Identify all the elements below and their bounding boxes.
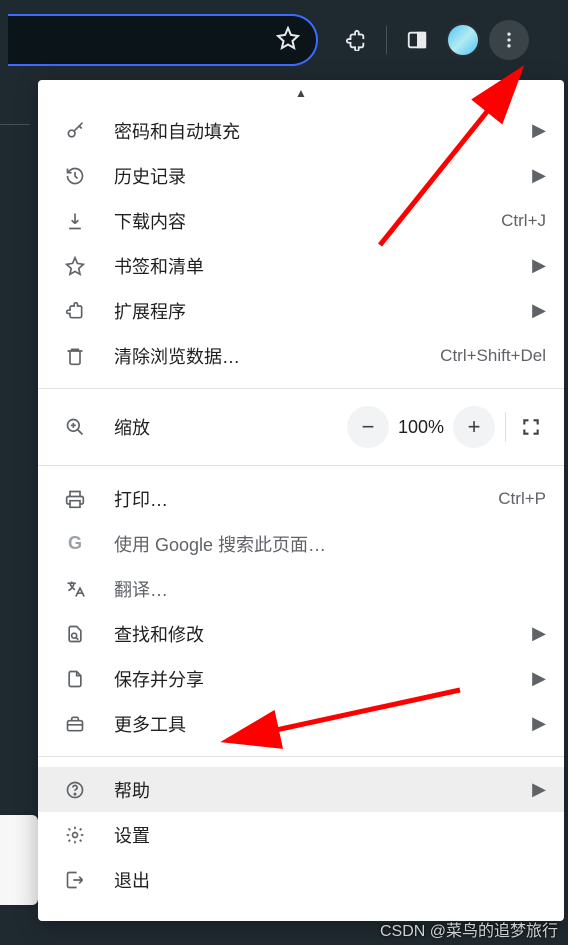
- menu-label: 书签和清单: [114, 253, 522, 279]
- bookmark-star-icon[interactable]: [276, 26, 300, 55]
- menu-help[interactable]: 帮助 ▶: [38, 767, 564, 812]
- menu-divider: [38, 756, 564, 757]
- menu-save-share[interactable]: 保存并分享 ▶: [38, 656, 564, 701]
- toolbar-separator: [386, 26, 387, 54]
- fullscreen-button[interactable]: [516, 417, 546, 437]
- menu-passwords[interactable]: 密码和自动填充 ▶: [38, 108, 564, 153]
- exit-icon: [62, 870, 88, 890]
- chevron-right-icon: ▶: [532, 713, 546, 734]
- menu-label: 使用 Google 搜索此页面…: [114, 531, 546, 557]
- shortcut-text: Ctrl+J: [501, 211, 546, 231]
- browser-toolbar: [0, 0, 568, 80]
- gear-icon: [62, 825, 88, 845]
- puzzle-icon: [62, 301, 88, 321]
- menu-search-page[interactable]: G 使用 Google 搜索此页面…: [38, 521, 564, 566]
- zoom-separator: [505, 412, 506, 442]
- translate-icon: [62, 579, 88, 599]
- chevron-right-icon: ▶: [532, 779, 546, 800]
- zoom-label: 缩放: [114, 414, 347, 440]
- menu-bookmarks[interactable]: 书签和清单 ▶: [38, 243, 564, 288]
- file-icon: [62, 669, 88, 689]
- menu-label: 历史记录: [114, 163, 522, 189]
- menu-label: 查找和修改: [114, 621, 522, 647]
- menu-label: 设置: [114, 822, 546, 848]
- address-bar-end[interactable]: [8, 14, 318, 66]
- side-tab: [0, 815, 38, 905]
- zoom-icon: [62, 417, 88, 437]
- trash-icon: [62, 346, 88, 366]
- help-icon: [62, 780, 88, 800]
- menu-label: 扩展程序: [114, 298, 522, 324]
- chevron-right-icon: ▶: [532, 300, 546, 321]
- menu-settings[interactable]: 设置: [38, 812, 564, 857]
- chrome-menu: ▲ 密码和自动填充 ▶ 历史记录 ▶ 下载内容 Ctrl+J 书签和清单 ▶ 扩…: [38, 80, 564, 921]
- menu-label: 保存并分享: [114, 666, 522, 692]
- chevron-right-icon: ▶: [532, 165, 546, 186]
- star-icon: [62, 256, 88, 276]
- menu-history[interactable]: 历史记录 ▶: [38, 153, 564, 198]
- menu-divider: [38, 465, 564, 466]
- shortcut-text: Ctrl+P: [498, 489, 546, 509]
- chevron-right-icon: ▶: [532, 255, 546, 276]
- side-panel-icon[interactable]: [397, 20, 437, 60]
- menu-extensions[interactable]: 扩展程序 ▶: [38, 288, 564, 333]
- menu-label: 帮助: [114, 777, 522, 803]
- menu-label: 退出: [114, 867, 546, 893]
- menu-label: 清除浏览数据…: [114, 343, 440, 369]
- zoom-value: 100%: [389, 417, 453, 438]
- shortcut-text: Ctrl+Shift+Del: [440, 346, 546, 366]
- menu-translate[interactable]: 翻译…: [38, 566, 564, 611]
- key-icon: [62, 121, 88, 141]
- print-icon: [62, 489, 88, 509]
- menu-label: 密码和自动填充: [114, 118, 522, 144]
- menu-label: 更多工具: [114, 711, 522, 737]
- menu-label: 翻译…: [114, 576, 546, 602]
- menu-more-tools[interactable]: 更多工具 ▶: [38, 701, 564, 746]
- google-icon: G: [62, 533, 88, 554]
- find-icon: [62, 624, 88, 644]
- extensions-icon[interactable]: [336, 20, 376, 60]
- menu-label: 下载内容: [114, 208, 501, 234]
- download-icon: [62, 211, 88, 231]
- menu-label: 打印…: [114, 486, 498, 512]
- toolbar-buttons: [336, 20, 529, 60]
- watermark-text: CSDN @菜鸟的追梦旅行: [380, 917, 558, 941]
- zoom-in-button[interactable]: +: [453, 406, 495, 448]
- menu-exit[interactable]: 退出: [38, 857, 564, 902]
- more-menu-button[interactable]: [489, 20, 529, 60]
- profile-avatar[interactable]: [443, 20, 483, 60]
- history-icon: [62, 166, 88, 186]
- menu-find[interactable]: 查找和修改 ▶: [38, 611, 564, 656]
- menu-divider: [38, 388, 564, 389]
- scroll-up-indicator: ▲: [38, 80, 564, 108]
- toolbox-icon: [62, 714, 88, 734]
- menu-print[interactable]: 打印… Ctrl+P: [38, 476, 564, 521]
- chevron-right-icon: ▶: [532, 668, 546, 689]
- chevron-right-icon: ▶: [532, 623, 546, 644]
- menu-clear-data[interactable]: 清除浏览数据… Ctrl+Shift+Del: [38, 333, 564, 378]
- menu-downloads[interactable]: 下载内容 Ctrl+J: [38, 198, 564, 243]
- menu-zoom: 缩放 − 100% +: [38, 399, 564, 455]
- chevron-right-icon: ▶: [532, 120, 546, 141]
- zoom-out-button[interactable]: −: [347, 406, 389, 448]
